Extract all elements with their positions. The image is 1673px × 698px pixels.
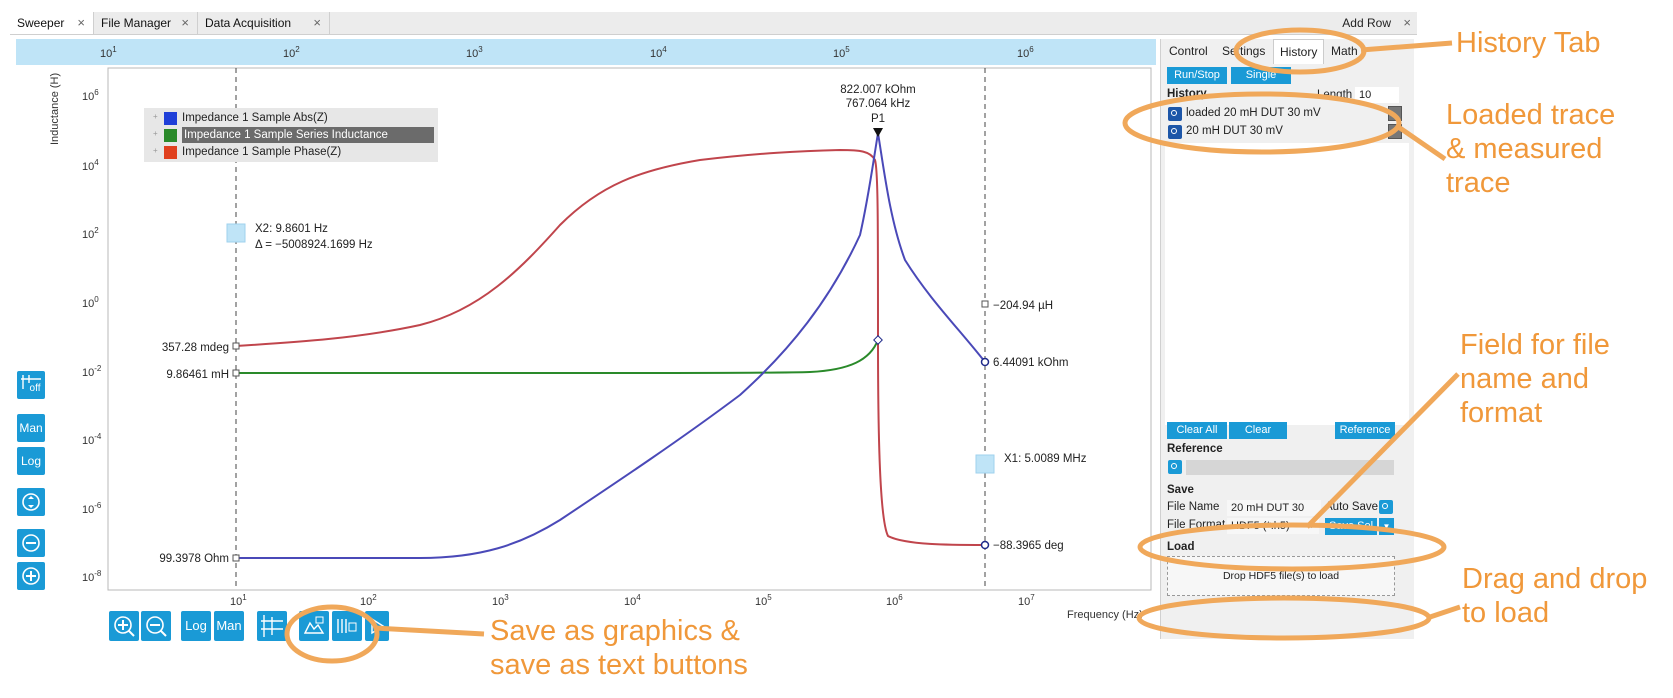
callout-line-text: to load (1462, 597, 1550, 629)
callout-save-buttons: Save as graphics & save as text buttons (490, 614, 748, 682)
callout-line-text: Drag and drop (1462, 563, 1648, 595)
callout-line (1395, 123, 1447, 162)
callout-loaded-trace: Loaded trace & measured trace (1446, 98, 1615, 200)
callout-line-text: format (1460, 397, 1543, 429)
callout-line (1426, 604, 1461, 621)
callout-line-text: save as text buttons (490, 649, 748, 681)
callout-line (374, 625, 485, 637)
callout-ellipse (1137, 522, 1447, 572)
callout-history-tab: History Tab (1456, 27, 1601, 59)
callout-file-field: Field for file name and format (1460, 328, 1610, 430)
callout-line (1305, 372, 1460, 529)
callout-line-text: name and (1460, 363, 1589, 395)
callout-line-text: Loaded trace (1446, 99, 1616, 131)
callout-ellipse (284, 604, 380, 664)
callout-drag-drop: Drag and drop to load (1462, 562, 1647, 630)
callout-line-text: trace (1446, 167, 1511, 199)
callout-ellipse (1136, 595, 1432, 641)
callout-line-text: Field for file (1460, 329, 1610, 361)
callout-line-text: Save as graphics & (490, 615, 740, 647)
callout-ellipse (1122, 91, 1402, 155)
callout-line (1360, 40, 1453, 53)
callout-line-text: & measured (1446, 133, 1603, 165)
callout-ellipse (1233, 27, 1367, 75)
annotation-overlay (284, 27, 1461, 664)
